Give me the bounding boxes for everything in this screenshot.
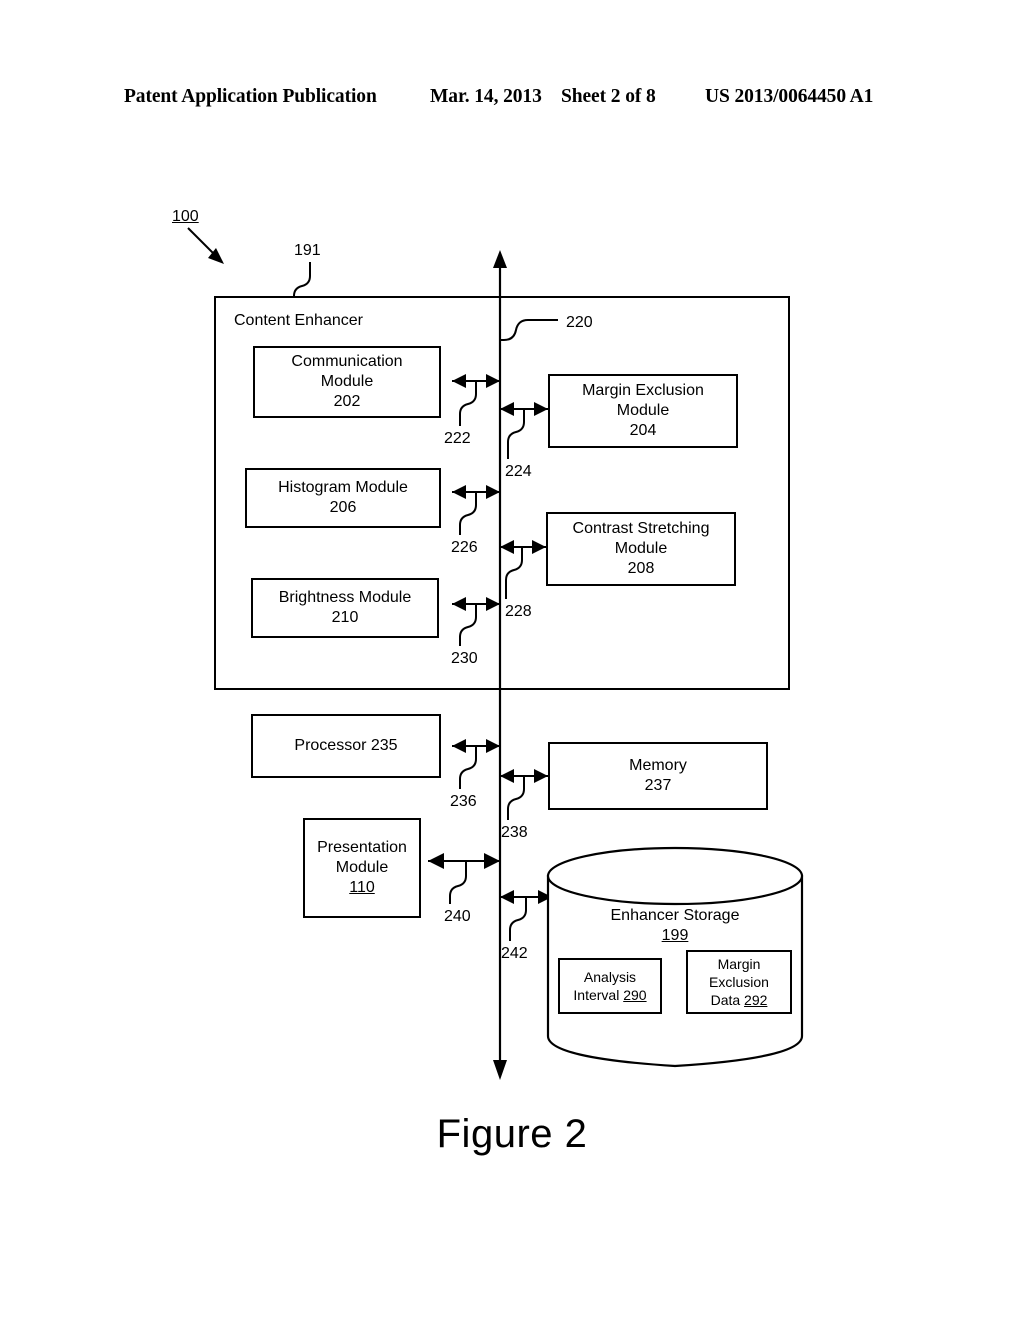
reference-numeral-191: 191: [294, 242, 321, 259]
contrast-stretching-module-line1: Contrast Stretching: [572, 520, 710, 537]
margin-exclusion-module-box[interactable]: Margin Exclusion Module 204: [548, 374, 738, 448]
reference-numeral-240: 240: [444, 908, 471, 925]
memory-box[interactable]: Memory 237: [548, 742, 768, 810]
analysis-interval-ref: 290: [623, 987, 647, 1003]
reference-numeral-220: 220: [566, 314, 593, 331]
communication-module-line2: Module: [320, 373, 374, 390]
reference-numeral-224: 224: [505, 463, 532, 480]
reference-numeral-236: 236: [450, 793, 477, 810]
presentation-module-line1: Presentation: [317, 839, 407, 856]
processor-label: Processor 235: [294, 737, 398, 754]
processor-box[interactable]: Processor 235: [251, 714, 441, 778]
reference-numeral-228: 228: [505, 603, 532, 620]
analysis-interval-box[interactable]: Analysis Interval 290: [558, 958, 662, 1014]
reference-numeral-222: 222: [444, 430, 471, 447]
contrast-stretching-module-ref: 208: [627, 560, 655, 577]
header-publication-number: US 2013/0064450 A1: [705, 86, 874, 107]
reference-numeral-238: 238: [501, 824, 528, 841]
header-publication-label: Patent Application Publication: [124, 86, 377, 107]
presentation-module-line2: Module: [335, 859, 389, 876]
margin-exclusion-data-ref: 292: [744, 992, 768, 1008]
margin-exclusion-data-line3-text: Data: [710, 992, 741, 1008]
reference-numeral-230: 230: [451, 650, 478, 667]
margin-exclusion-module-line1: Margin Exclusion: [582, 382, 704, 399]
margin-exclusion-data-line3: Data 292: [711, 991, 768, 1009]
margin-exclusion-module-line2: Module: [616, 402, 670, 419]
margin-exclusion-data-line1: Margin: [717, 956, 761, 972]
content-enhancer-title: Content Enhancer: [234, 312, 363, 329]
reference-numeral-226: 226: [451, 539, 478, 556]
analysis-interval-line2-text: Interval: [573, 987, 620, 1003]
reference-numeral-100: 100: [172, 208, 199, 225]
histogram-module-box[interactable]: Histogram Module 206: [245, 468, 441, 528]
enhancer-storage-title: Enhancer Storage: [610, 907, 740, 924]
margin-exclusion-data-box[interactable]: Margin Exclusion Data 292: [686, 950, 792, 1014]
analysis-interval-line1: Analysis: [583, 969, 637, 985]
figure-caption: Figure 2: [436, 1112, 588, 1156]
analysis-interval-line2: Interval 290: [573, 986, 646, 1004]
brightness-module-box[interactable]: Brightness Module 210: [251, 578, 439, 638]
presentation-module-ref: 110: [349, 879, 375, 896]
presentation-module-box[interactable]: Presentation Module 110: [303, 818, 421, 918]
page-header: Patent Application Publication Mar. 14, …: [0, 86, 1024, 114]
brightness-module-line1: Brightness Module: [278, 589, 412, 606]
contrast-stretching-module-box[interactable]: Contrast Stretching Module 208: [546, 512, 736, 586]
communication-module-line1: Communication: [291, 353, 403, 370]
brightness-module-ref: 210: [331, 609, 359, 626]
reference-numeral-242: 242: [501, 945, 528, 962]
header-sheet-label: Sheet 2 of 8: [561, 86, 656, 107]
enhancer-storage-label-group: Enhancer Storage 199: [546, 906, 804, 946]
header-date-label: Mar. 14, 2013: [430, 86, 542, 107]
histogram-module-line1: Histogram Module: [278, 479, 408, 496]
enhancer-storage-ref: 199: [661, 927, 689, 944]
histogram-module-ref: 206: [329, 499, 357, 516]
contrast-stretching-module-line2: Module: [614, 540, 668, 557]
communication-module-box[interactable]: Communication Module 202: [253, 346, 441, 418]
memory-ref: 237: [644, 777, 672, 794]
margin-exclusion-data-line2: Exclusion: [709, 974, 769, 990]
communication-module-ref: 202: [333, 393, 361, 410]
margin-exclusion-module-ref: 204: [629, 422, 657, 439]
memory-label: Memory: [629, 757, 687, 774]
